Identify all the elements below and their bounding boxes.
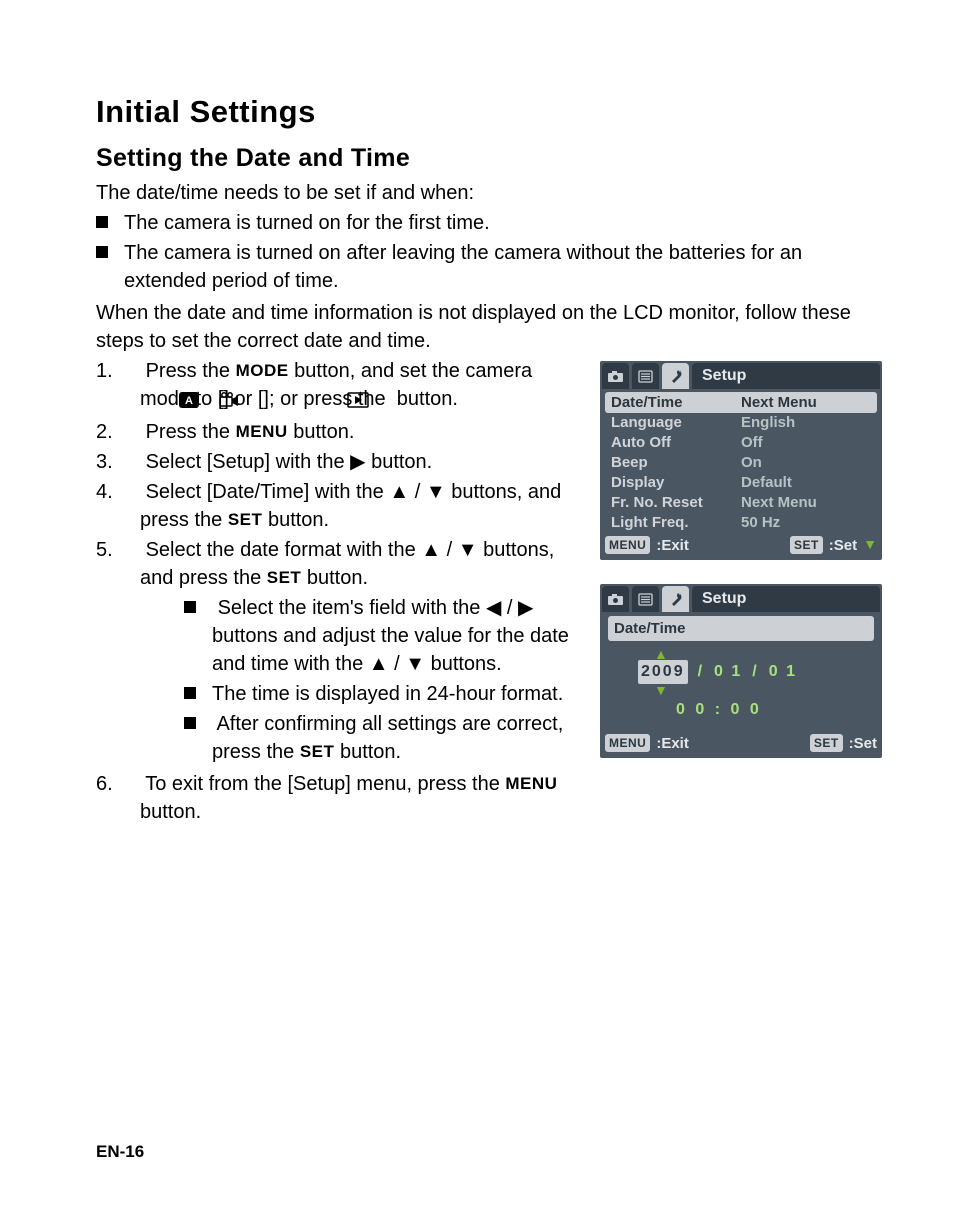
lcd-menu-item-value: 50 Hz: [739, 512, 877, 533]
intro-line-2: When the date and time information is no…: [96, 299, 882, 355]
lcd-tab-list-icon: [632, 586, 659, 612]
lcd-title: Setup: [692, 363, 880, 389]
increment-arrow-icon: ▲: [608, 647, 874, 661]
set-label: SET: [267, 568, 302, 587]
intro-bullet: The camera is turned on after leaving th…: [100, 239, 882, 295]
step-1: Press the MODE button, and set the camer…: [96, 357, 574, 416]
date-separator: /: [698, 661, 704, 683]
up-arrow-icon: ▲: [369, 653, 389, 675]
steps-list: Press the MODE button, and set the camer…: [96, 357, 574, 826]
steps-column: Press the MODE button, and set the camer…: [96, 357, 574, 828]
lcd-menu-item-label: Auto Off: [605, 432, 739, 453]
lcd-tab-list-icon: [632, 363, 659, 389]
time-line: 0 0 : 0 0: [608, 699, 874, 721]
lcd-setup-menu: Setup Date/TimeNext MenuLanguageEnglishA…: [600, 361, 882, 560]
lcd-datetime-editor: Setup Date/Time ▲ 2009 / 0 1 / 0 1 ▼: [600, 584, 882, 758]
step-3: Select [Setup] with the ▶ button.: [96, 448, 574, 476]
lcd-footer: MENU :Exit SET :Set ▼: [602, 533, 880, 558]
lcd-datetime-body: Date/Time ▲ 2009 / 0 1 / 0 1 ▼ 0 0 :: [602, 612, 880, 731]
scroll-down-icon: ▼: [863, 535, 877, 555]
lcd-menu-item-label: Beep: [605, 452, 739, 473]
page-content: Initial Settings Setting the Date and Ti…: [0, 0, 954, 828]
date-line: 2009 / 0 1 / 0 1: [608, 661, 874, 683]
body-text: The date/time needs to be set if and whe…: [96, 179, 882, 828]
lcd-title: Setup: [692, 586, 880, 612]
lcd-tab-wrench-icon: [662, 586, 689, 612]
lcd-menu-item-value: Default: [739, 472, 877, 493]
lcd-menu-item-value: Next Menu: [739, 392, 877, 413]
step-2: Press the MENU button.: [96, 418, 574, 446]
step-5-sublist: Select the item's field with the ◀ / ▶ b…: [140, 594, 574, 766]
lcd-menu-item-label: Date/Time: [605, 392, 739, 413]
step-5-sub: After confirming all settings are correc…: [140, 710, 574, 766]
decrement-arrow-icon: ▼: [608, 683, 874, 697]
lcd-tabs: Setup: [602, 363, 880, 389]
menu-label: MENU: [505, 774, 557, 793]
lcd-menu-row: DisplayDefault: [605, 472, 877, 492]
down-arrow-icon: ▼: [405, 653, 425, 675]
down-arrow-icon: ▼: [426, 481, 446, 503]
mode-label: MODE: [236, 361, 289, 380]
lcd-menu-row: Fr. No. ResetNext Menu: [605, 492, 877, 512]
screenshots-column: Setup Date/TimeNext MenuLanguageEnglishA…: [600, 357, 882, 782]
set-label: SET: [228, 510, 263, 529]
intro-line: The date/time needs to be set if and whe…: [96, 179, 882, 207]
step-5-sub: Select the item's field with the ◀ / ▶ b…: [140, 594, 574, 678]
intro-bullet: The camera is turned on for the first ti…: [100, 209, 882, 237]
heading-setting-date-time: Setting the Date and Time: [96, 144, 882, 173]
lcd-menu-item-label: Light Freq.: [605, 512, 739, 533]
intro-bullets: The camera is turned on for the first ti…: [96, 209, 882, 295]
exit-label: :Exit: [656, 733, 689, 754]
hour-field: 0 0: [676, 701, 707, 718]
svg-text:A: A: [185, 395, 193, 407]
lcd-menu-item-value: Off: [739, 432, 877, 453]
menu-badge: MENU: [605, 734, 650, 753]
lcd-menu-row: LanguageEnglish: [605, 412, 877, 432]
left-arrow-icon: ◀: [486, 597, 501, 619]
page-number: EN-16: [96, 1142, 144, 1162]
lcd-menu-row: Light Freq.50 Hz: [605, 512, 877, 532]
set-action-label: :Set: [849, 733, 877, 754]
menu-label: MENU: [236, 422, 288, 441]
right-arrow-icon: ▶: [518, 597, 533, 619]
step-6: To exit from the [Setup] menu, press the…: [96, 770, 574, 826]
lcd-menu-item-value: English: [739, 412, 877, 433]
lcd-tab-wrench-icon: [662, 363, 689, 389]
lcd-menu-rows: Date/TimeNext MenuLanguageEnglishAuto Of…: [602, 389, 880, 533]
step-5: Select the date format with the ▲ / ▼ bu…: [96, 536, 574, 766]
set-label: SET: [300, 742, 335, 761]
lcd-menu-row: Date/TimeNext Menu: [605, 392, 877, 412]
set-action-label: :Set: [829, 535, 857, 556]
lcd-menu-row: BeepOn: [605, 452, 877, 472]
lcd-menu-row: Auto OffOff: [605, 432, 877, 452]
up-arrow-icon: ▲: [421, 539, 441, 561]
exit-label: :Exit: [656, 535, 689, 556]
set-badge: SET: [790, 536, 823, 555]
date-separator: /: [752, 661, 758, 683]
lcd-tabs: Setup: [602, 586, 880, 612]
step-5-sub: The time is displayed in 24-hour format.: [140, 680, 574, 708]
right-arrow-icon: ▶: [350, 451, 365, 473]
year-field: 2009: [638, 660, 688, 684]
minute-field: 0 0: [730, 701, 761, 718]
month-field: 0 1: [714, 661, 742, 683]
lcd-menu-item-label: Display: [605, 472, 739, 493]
lcd-tab-camera-icon: [602, 363, 629, 389]
down-arrow-icon: ▼: [458, 539, 478, 561]
lcd-footer: MENU :Exit SET :Set: [602, 731, 880, 756]
set-badge: SET: [810, 734, 843, 753]
lcd-menu-item-value: On: [739, 452, 877, 473]
lcd-datetime-subtitle: Date/Time: [608, 616, 874, 641]
up-arrow-icon: ▲: [389, 481, 409, 503]
lcd-menu-item-label: Fr. No. Reset: [605, 492, 739, 513]
lcd-menu-item-label: Language: [605, 412, 739, 433]
lcd-tab-camera-icon: [602, 586, 629, 612]
lcd-menu-item-value: Next Menu: [739, 492, 877, 513]
menu-badge: MENU: [605, 536, 650, 555]
heading-initial-settings: Initial Settings: [96, 94, 882, 130]
day-field: 0 1: [769, 661, 797, 683]
time-separator: :: [715, 701, 723, 718]
step-4: Select [Date/Time] with the ▲ / ▼ button…: [96, 478, 574, 534]
